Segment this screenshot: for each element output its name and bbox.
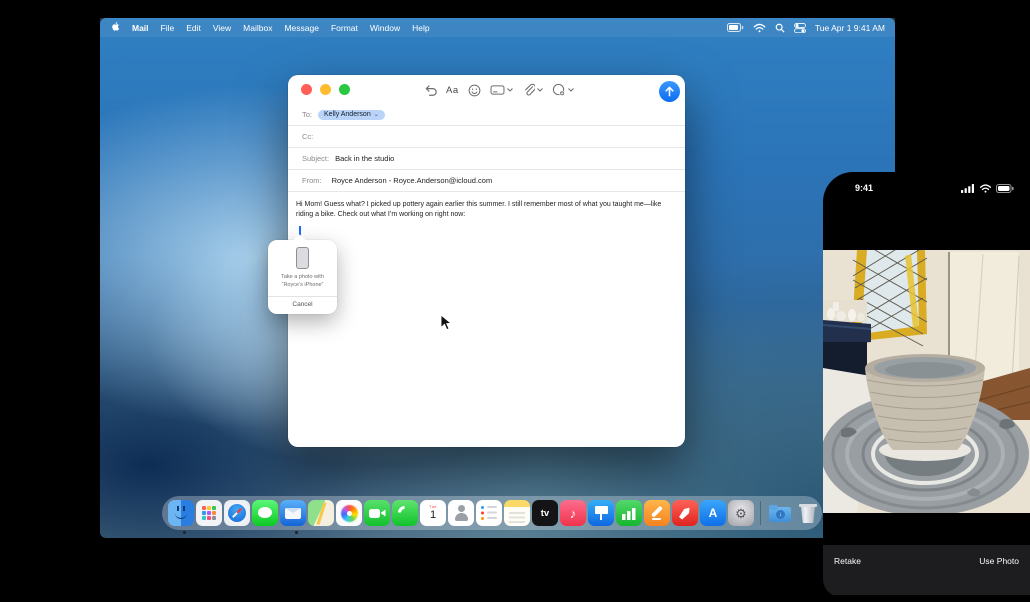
subject-field[interactable]: Subject: Back in the studio [288, 148, 685, 170]
cellular-signal-icon [961, 184, 975, 193]
dock-icon-keynote[interactable] [588, 500, 614, 526]
recipient-token[interactable]: Kelly Anderson ⌄ [318, 110, 385, 120]
menu-item-message[interactable]: Message [284, 23, 319, 33]
control-center-icon[interactable] [794, 23, 806, 33]
menu-bar-clock[interactable]: Tue Apr 1 9:41 AM [815, 23, 885, 33]
mail-compose-window: Aa T [288, 75, 685, 447]
wifi-icon[interactable] [753, 23, 766, 33]
to-label: To: [302, 110, 312, 119]
dock-icon-launchpad[interactable] [196, 500, 222, 526]
dock-icon-phone[interactable] [392, 500, 418, 526]
dock-icon-tv[interactable]: tv [532, 500, 558, 526]
send-button[interactable] [659, 81, 680, 102]
iphone-screen: 9:41 [823, 172, 1030, 597]
attach-file-menu-button[interactable] [522, 83, 543, 97]
insert-media-menu-button[interactable] [552, 83, 574, 97]
dock-icon-messages[interactable] [252, 500, 278, 526]
dock-icon-rocket-app[interactable] [672, 500, 698, 526]
close-window-button[interactable] [301, 84, 312, 95]
undo-icon[interactable] [424, 84, 437, 96]
iphone-clock: 9:41 [855, 183, 873, 193]
window-title-bar[interactable]: Aa [288, 75, 685, 104]
minimize-window-button[interactable] [320, 84, 331, 95]
dock-icon-notes[interactable] [504, 500, 530, 526]
menu-item-view[interactable]: View [213, 23, 231, 33]
wifi-icon [979, 184, 992, 193]
popover-message-line2: “Royce’s iPhone” [282, 282, 324, 288]
dock-icon-app-store[interactable]: A [700, 500, 726, 526]
subject-value: Back in the studio [335, 154, 394, 163]
mouse-pointer [440, 314, 452, 336]
dock-icon-downloads[interactable]: ↓ [767, 500, 793, 526]
menu-item-format[interactable]: Format [331, 23, 358, 33]
dock-icon-facetime[interactable] [364, 500, 390, 526]
send-arrow-icon [664, 86, 675, 97]
iphone-status-bar: 9:41 [823, 180, 1030, 196]
chevron-down-icon [568, 88, 574, 92]
dock-icon-finder[interactable] [168, 500, 194, 526]
running-indicator-mail [295, 531, 298, 534]
menu-item-mailbox[interactable]: Mailbox [243, 23, 272, 33]
apple-menu-icon[interactable] [110, 22, 120, 34]
use-photo-button[interactable]: Use Photo [979, 556, 1019, 595]
dock-icon-maps[interactable] [308, 500, 334, 526]
dock-separator [760, 501, 761, 525]
from-value: Royce Anderson - Royce.Anderson@icloud.c… [332, 176, 493, 185]
menu-item-help[interactable]: Help [412, 23, 429, 33]
dock-icon-pages[interactable] [644, 500, 670, 526]
download-arrow-icon: ↓ [776, 510, 785, 519]
from-label: From: [302, 176, 322, 185]
chevron-down-icon [537, 88, 543, 92]
camera-action-bar: Retake Use Photo [823, 545, 1030, 595]
dock-icon-safari[interactable] [224, 500, 250, 526]
to-field[interactable]: To: Kelly Anderson ⌄ [288, 104, 685, 126]
subject-label: Subject: [302, 154, 329, 163]
iphone-icon [296, 247, 309, 269]
dock-icon-mail[interactable] [280, 500, 306, 526]
dock-icon-numbers[interactable] [616, 500, 642, 526]
dock-icon-reminders[interactable] [476, 500, 502, 526]
dock-icon-music[interactable]: ♪ [560, 500, 586, 526]
battery-icon[interactable] [727, 23, 744, 32]
from-field[interactable]: From: Royce Anderson - Royce.Anderson@ic… [288, 170, 685, 192]
dock-icon-contacts[interactable] [448, 500, 474, 526]
dock-icon-photos[interactable] [336, 500, 362, 526]
menu-item-mail[interactable]: Mail [132, 23, 149, 33]
format-button[interactable]: Aa [446, 85, 459, 96]
cc-field[interactable]: Cc: [288, 126, 685, 148]
gear-icon: ⚙ [735, 507, 747, 520]
camera-preview-photo [823, 250, 1030, 513]
running-indicator-finder [183, 531, 186, 534]
calendar-weekday: Tue [420, 504, 446, 509]
menu-item-edit[interactable]: Edit [186, 23, 201, 33]
token-chevron-icon: ⌄ [374, 112, 379, 118]
battery-icon [996, 184, 1014, 193]
take-photo-popover: Take a photo with “Royce’s iPhone” Cance… [268, 240, 337, 314]
search-icon[interactable] [775, 23, 785, 33]
menu-item-file[interactable]: File [161, 23, 175, 33]
dock: Tue 1 tv ♪ A ⚙ ↓ [162, 496, 822, 530]
dock-icon-calendar[interactable]: Tue 1 [420, 500, 446, 526]
message-body-text: Hi Mom! Guess what? I picked up pottery … [296, 200, 668, 220]
cc-label: Cc: [302, 132, 313, 141]
dock-icon-system-settings[interactable]: ⚙ [728, 500, 754, 526]
screenshot-stage: Mail File Edit View Mailbox Message Form… [0, 0, 1030, 602]
message-body-area[interactable]: Hi Mom! Guess what? I picked up pottery … [288, 192, 685, 220]
cancel-button[interactable]: Cancel [268, 296, 337, 314]
header-fields-menu-button[interactable] [490, 84, 513, 96]
menu-item-window[interactable]: Window [370, 23, 400, 33]
music-note-icon: ♪ [570, 506, 577, 521]
emoji-button[interactable] [468, 84, 481, 97]
retake-button[interactable]: Retake [834, 556, 861, 595]
chevron-down-icon [507, 88, 513, 92]
zoom-window-button[interactable] [339, 84, 350, 95]
calendar-day: 1 [420, 510, 446, 521]
dock-icon-trash[interactable] [795, 500, 821, 526]
popover-message-line1: Take a photo with [281, 274, 324, 280]
menu-bar: Mail File Edit View Mailbox Message Form… [100, 18, 895, 37]
pottery-shelf [823, 300, 871, 376]
